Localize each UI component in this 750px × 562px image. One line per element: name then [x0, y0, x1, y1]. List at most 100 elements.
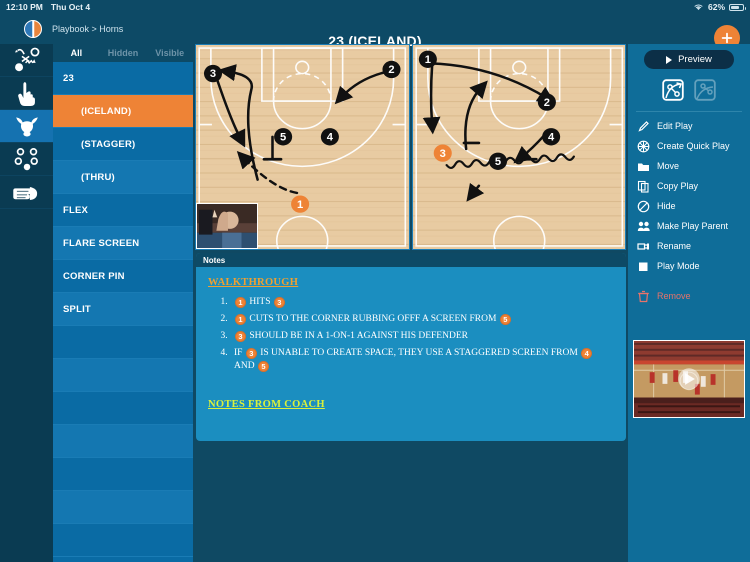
play-list-item[interactable]: FLEX	[53, 194, 193, 227]
walkthrough-steps: 1 HITS 3 1 CUTS TO THE CORNER RUBBING OF…	[230, 296, 614, 373]
menu-item-play-mode[interactable]: Play Mode	[628, 256, 750, 276]
rail-empty-space	[0, 209, 53, 562]
rail-item-drills[interactable]	[0, 176, 53, 209]
menu-item-label: Make Play Parent	[657, 221, 729, 231]
player-marker[interactable]: 3	[203, 64, 223, 83]
coach-notes-heading: NOTES FROM COACH	[208, 399, 325, 410]
svg-text:1: 1	[297, 199, 303, 211]
menu-item-edit-play[interactable]: Edit Play	[628, 116, 750, 136]
play-list-pane: All Hidden Visible 23 (ICELAND) (STAGGER)(…	[53, 44, 193, 562]
bull-head-icon	[15, 117, 38, 137]
svg-text:5: 5	[494, 156, 500, 168]
video-preview-frame	[634, 341, 744, 417]
play-list-empty-row	[53, 524, 193, 557]
menu-item-label: Create Quick Play	[657, 141, 730, 151]
player-marker[interactable]: 3	[433, 144, 452, 162]
tab-hidden[interactable]: Hidden	[100, 48, 147, 58]
player-badge: 1	[235, 314, 246, 325]
player-marker[interactable]: 5	[274, 128, 293, 146]
play-diagram-frame-2[interactable]: 1 2 4 3 5	[411, 44, 626, 250]
game-video-thumbnail[interactable]	[633, 340, 745, 418]
play-list-item[interactable]: FLARE SCREEN	[53, 227, 193, 260]
preview-label: Preview	[678, 54, 712, 65]
menu-item-copy-play[interactable]: Copy Play	[628, 176, 750, 196]
svg-text:3: 3	[210, 68, 216, 80]
play-list-item[interactable]: CORNER PIN	[53, 260, 193, 293]
notes-panel: Notes WALKTHROUGH 1 HITS 3 1 CUTS TO THE…	[196, 253, 626, 441]
play-list-rows: 23 (ICELAND) (STAGGER) (THRU) FLEX FLARE SCRE…	[53, 62, 193, 562]
menu-item-label: Copy Play	[657, 181, 699, 191]
notes-body[interactable]: WALKTHROUGH 1 HITS 3 1 CUTS TO THE CORNE…	[196, 267, 626, 410]
rail-item-plays[interactable]	[0, 44, 53, 77]
svg-text:1: 1	[424, 54, 430, 66]
diagram-view-alt-icon[interactable]	[693, 78, 717, 102]
player-badge: 3	[273, 297, 285, 308]
video-thumbnail-overlay[interactable]	[196, 203, 258, 249]
player-marker[interactable]: 4	[541, 128, 560, 146]
status-bar: 12:10 PM Thu Oct 4 62%	[0, 0, 750, 14]
player-marker[interactable]: 2	[382, 60, 401, 79]
play-list-empty-row	[53, 458, 193, 491]
play-list-empty-row	[53, 425, 193, 458]
menu-item-label: Play Mode	[657, 261, 700, 271]
player-marker[interactable]: 5	[488, 152, 507, 170]
player-badge: 1	[235, 297, 246, 308]
player-marker[interactable]: 1	[291, 195, 310, 213]
folder-icon	[637, 160, 650, 173]
rail-item-team[interactable]	[0, 110, 53, 143]
app-root: 12:10 PM Thu Oct 4 62% Playbook > Horns …	[0, 0, 750, 562]
player-marker[interactable]: 1	[418, 50, 437, 68]
menu-item-rename[interactable]: Rename	[628, 236, 750, 256]
menu-item-move[interactable]: Move	[628, 156, 750, 176]
walkthrough-step: 1 CUTS TO THE CORNER RUBBING OFFF A SCRE…	[230, 313, 614, 326]
walkthrough-step: 1 HITS 3	[230, 296, 614, 309]
walkthrough-heading: WALKTHROUGH	[208, 277, 299, 288]
square-icon	[637, 260, 650, 273]
play-list-item[interactable]: (ICELAND)	[53, 95, 193, 128]
view-toggle-group	[628, 78, 750, 102]
actions-menu: Edit Play Create Quick Play Move Copy Play H…	[628, 116, 750, 306]
menu-item-label: Edit Play	[657, 121, 693, 131]
no-entry-icon	[637, 200, 650, 213]
play-list-empty-row	[53, 392, 193, 425]
play-diagram-frame-1[interactable]: 3 2 5 4 1	[195, 44, 410, 250]
menu-item-remove[interactable]: Remove	[628, 286, 750, 306]
svg-text:5: 5	[280, 132, 286, 144]
play-icon	[666, 55, 673, 64]
status-time: 12:10 PM	[6, 2, 43, 12]
diagram-view-icon[interactable]	[661, 78, 685, 102]
menu-item-hide[interactable]: Hide	[628, 196, 750, 216]
status-right-group: 62%	[693, 2, 746, 13]
svg-text:4: 4	[548, 132, 555, 144]
play-list-tabs: All Hidden Visible	[53, 44, 193, 62]
player-marker[interactable]: 2	[537, 93, 556, 111]
menu-item-make-play-parent[interactable]: Make Play Parent	[628, 216, 750, 236]
menu-item-label: Hide	[657, 201, 676, 211]
svg-text:2: 2	[388, 64, 394, 76]
preview-button[interactable]: Preview	[644, 50, 734, 69]
rail-item-formations[interactable]	[0, 143, 53, 176]
battery-percent: 62%	[707, 2, 725, 12]
play-list-item[interactable]: (STAGGER)	[53, 128, 193, 161]
menu-item-label: Move	[657, 161, 680, 171]
trash-icon	[637, 290, 650, 303]
play-list-empty-row	[53, 359, 193, 392]
rail-item-signals[interactable]	[0, 77, 53, 110]
menu-item-create-quick-play[interactable]: Create Quick Play	[628, 136, 750, 156]
play-list-item[interactable]: 23	[53, 62, 193, 95]
plus-icon	[721, 32, 733, 44]
formation-dots-icon	[14, 148, 38, 171]
player-marker[interactable]: 4	[320, 128, 339, 146]
player-badge: 5	[257, 361, 269, 372]
walkthrough-step: IF 3 IS UNABLE TO CREATE SPACE, THEY USE…	[230, 347, 614, 373]
play-list-empty-row	[53, 326, 193, 359]
menu-item-label: Rename	[657, 241, 692, 251]
menu-divider-top	[636, 111, 742, 112]
tab-visible[interactable]: Visible	[146, 48, 193, 58]
play-list-item[interactable]: SPLIT	[53, 293, 193, 326]
play-list-item[interactable]: (THRU)	[53, 161, 193, 194]
play-diagrams: 3 2 5 4 1 1 2 4 3 5	[193, 44, 628, 250]
menu-item-label: Remove	[657, 291, 691, 301]
wifi-icon	[693, 2, 704, 13]
tab-all[interactable]: All	[53, 48, 100, 58]
